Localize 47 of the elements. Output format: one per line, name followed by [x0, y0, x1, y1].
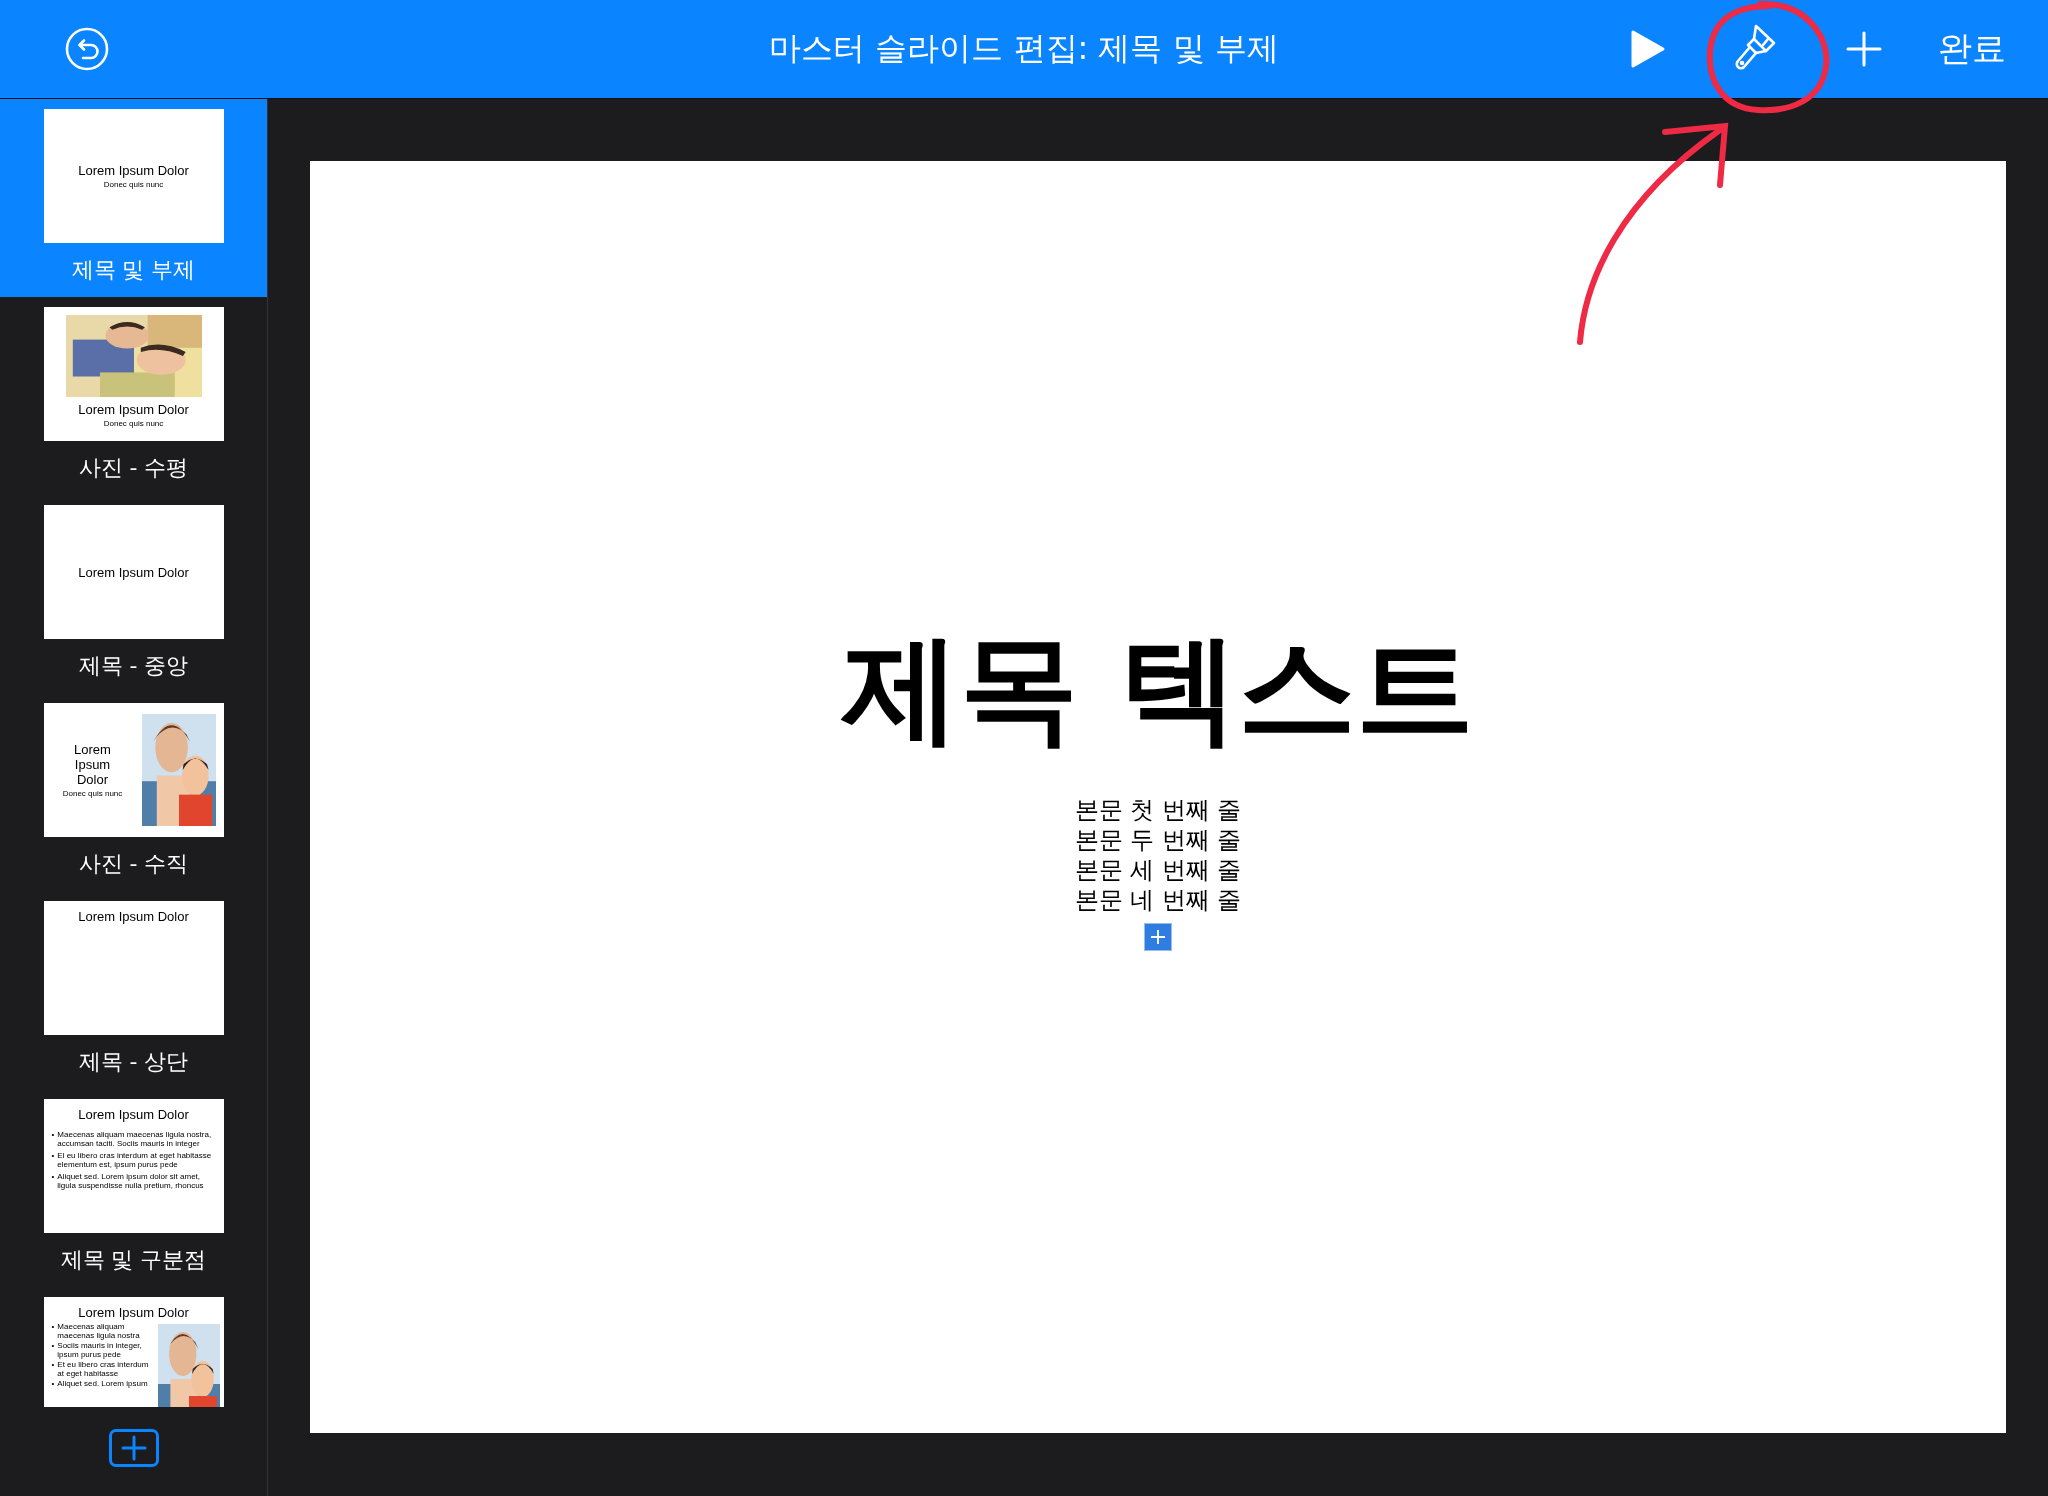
thumbnail-subtitle: Donec quis nunc — [62, 788, 123, 799]
add-master-button[interactable] — [108, 1429, 159, 1467]
master-slide-item[interactable]: Lorem Ipsum Dolor 제목 - 상단 — [0, 891, 267, 1089]
window-title: 마스터 슬라이드 편집: 제목 및 부제 — [769, 28, 1279, 69]
done-button[interactable]: 완료 — [1938, 26, 2006, 72]
thumbnail-bullet: Maecenas aliquam maecenas ligula nostra — [57, 1323, 141, 1340]
bullet-marker: • — [51, 1151, 55, 1160]
thumbnail-bullet: Maecenas aliquam maecenas ligula nostra, accumsan taciti. Sociis mauris in integer — [57, 1130, 213, 1148]
body-text-line[interactable]: 본문 세 번째 줄 — [1074, 855, 1242, 885]
master-slide-item[interactable]: Lorem Ipsum Dolor 제목 - 중앙 — [0, 495, 267, 693]
thumbnail-bullet: Aliquet sed. Lorem ipsum — [57, 1380, 149, 1389]
thumbnail-bullet: Sociis mauris in integer, ipsum purus pede — [57, 1342, 143, 1359]
thumbnail-title: Lorem Ipsum Dolor — [78, 1107, 189, 1122]
master-slide-name: 사진 - 수직 — [78, 850, 189, 878]
bullet-marker: • — [51, 1323, 55, 1332]
thumbnail-subtitle: Donec quis nunc — [103, 419, 164, 429]
master-slide-name: 제목 및 부제 — [71, 256, 196, 284]
master-slide-name: 제목 - 상단 — [78, 1048, 189, 1076]
slide-title[interactable]: 제목 텍스트 — [842, 623, 1474, 753]
body-text-line[interactable]: 본문 두 번째 줄 — [1074, 825, 1242, 855]
thumbnail-title: Lorem Ipsum Dolor — [78, 909, 189, 924]
bullet-marker: • — [51, 1172, 55, 1181]
body-text-line[interactable]: 본문 첫 번째 줄 — [1074, 795, 1242, 825]
add-icon[interactable] — [1144, 923, 1172, 951]
thumbnail-title: Lorem Ipsum Dolor — [73, 741, 112, 787]
bullet-marker: • — [51, 1130, 55, 1139]
master-slide-name: 제목 및 구분점 — [60, 1246, 207, 1274]
master-slide-item[interactable]: Lorem Ipsum Dolor Donec quis nunc 사진 - 수평 — [0, 297, 267, 495]
master-slide-name: 제목 - 중앙 — [78, 652, 189, 680]
thumbnail-bullet: Aliquet sed. Lorem ipsum dolor sit amet, ligula suspendisse nulla pretium, rhoncus — [57, 1172, 205, 1190]
bullet-marker: • — [51, 1380, 55, 1389]
add-icon — [120, 1435, 147, 1461]
master-slide-name: 사진 - 수평 — [78, 454, 189, 482]
undo-icon[interactable] — [64, 26, 110, 72]
thumbnail-bullet: Et eu libero cras interdum at eget habitasse — [57, 1361, 150, 1378]
bullet-marker: • — [51, 1342, 55, 1351]
thumbnail-bullet: El eu libero cras interdum at eget habitasse elementum est, ipsum purus pede — [57, 1151, 213, 1169]
body-text-line[interactable]: 본문 네 번째 줄 — [1074, 885, 1242, 915]
master-slide-item[interactable]: Lorem Ipsum Dolor • Maecenas aliquam maecenas ligula nostra • Sociis mauris in integer, ipsum purus pede • Et eu libero cras interdum at eget habitasse • Aliquet sed. Lorem ipsum — [0, 1287, 267, 1407]
thumbnail-title: Lorem Ipsum Dolor — [78, 162, 189, 178]
master-slide-item[interactable]: Lorem Ipsum Dolor Donec quis nunc 제목 및 부제 — [0, 99, 267, 297]
thumbnail-subtitle: Donec quis nunc — [103, 179, 164, 190]
thumbnail-title: Lorem Ipsum Dolor — [78, 1305, 189, 1320]
thumbnail-title: Lorem Ipsum Dolor — [78, 402, 189, 417]
bullet-marker: • — [51, 1361, 55, 1370]
thumbnail-title: Lorem Ipsum Dolor — [78, 564, 189, 580]
master-slide-item[interactable]: Lorem Ipsum Dolor Donec quis nunc 사진 - 수직 — [0, 693, 267, 891]
